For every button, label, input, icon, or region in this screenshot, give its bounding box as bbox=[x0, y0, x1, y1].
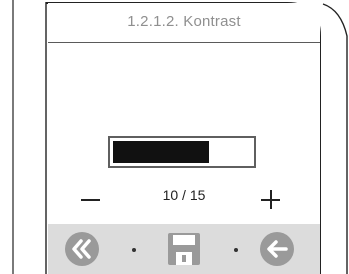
contrast-level-bar[interactable] bbox=[108, 136, 256, 168]
toolbar-separator-dot bbox=[132, 248, 136, 252]
toolbar-separator-dot bbox=[234, 248, 238, 252]
title-divider bbox=[48, 42, 320, 43]
contrast-screen: 1.2.1.2. Kontrast 10 / 15 bbox=[48, 3, 320, 274]
contrast-value-readout: 10 / 15 bbox=[162, 187, 206, 203]
page-title: 1.2.1.2. Kontrast bbox=[127, 13, 241, 30]
arrow-left-icon bbox=[260, 232, 294, 266]
decrease-button[interactable] bbox=[81, 199, 100, 201]
double-chevron-left-icon bbox=[65, 232, 99, 266]
floppy-save-icon bbox=[168, 233, 200, 265]
back-to-start-button[interactable] bbox=[64, 231, 100, 267]
save-button[interactable] bbox=[166, 231, 202, 267]
back-button[interactable] bbox=[259, 231, 295, 267]
device-display: 1.2.1.2. Kontrast 10 / 15 bbox=[0, 0, 349, 274]
plus-icon-vertical bbox=[269, 190, 272, 209]
bottom-toolbar bbox=[48, 224, 320, 274]
contrast-level-fill bbox=[113, 141, 209, 163]
